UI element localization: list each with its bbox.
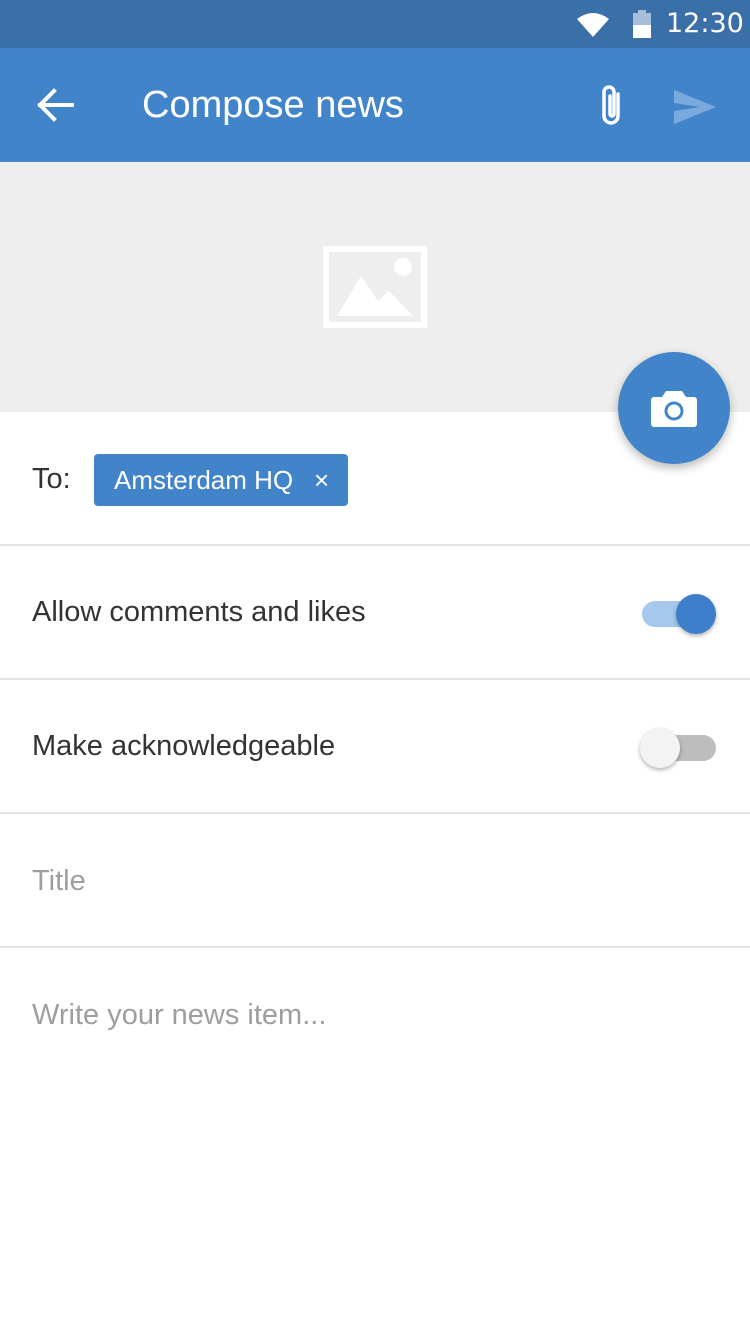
close-icon[interactable]: × — [314, 467, 334, 493]
acknowledgeable-toggle[interactable] — [640, 724, 720, 768]
send-icon — [674, 90, 716, 124]
recipients-row: To: Amsterdam HQ × — [0, 412, 750, 546]
title-row — [0, 814, 750, 948]
recipients-label: To: — [32, 463, 71, 495]
attach-button[interactable] — [592, 82, 632, 132]
paperclip-icon — [602, 85, 620, 125]
allow-comments-label: Allow comments and likes — [32, 596, 366, 628]
recipient-chip[interactable]: Amsterdam HQ × — [94, 454, 348, 506]
wifi-icon — [577, 13, 609, 37]
back-button[interactable] — [26, 81, 86, 129]
arrow-left-icon — [37, 88, 74, 122]
recipient-chip-label: Amsterdam HQ — [114, 465, 294, 495]
send-button[interactable] — [670, 86, 720, 128]
battery-icon — [633, 10, 651, 38]
toggle-thumb — [676, 594, 716, 634]
status-bar: 12:30 — [0, 0, 750, 48]
app-bar: Compose news — [0, 48, 750, 162]
allow-comments-row[interactable]: Allow comments and likes — [0, 546, 750, 680]
acknowledgeable-label: Make acknowledgeable — [32, 730, 336, 762]
toggle-thumb — [640, 728, 680, 768]
news-body-input[interactable] — [32, 994, 718, 1294]
page-title: Compose news — [142, 84, 404, 126]
image-placeholder-icon — [323, 246, 427, 328]
status-time: 12:30 — [666, 8, 744, 39]
acknowledgeable-row[interactable]: Make acknowledgeable — [0, 680, 750, 814]
allow-comments-toggle[interactable] — [640, 590, 720, 634]
title-input[interactable] — [32, 860, 712, 902]
